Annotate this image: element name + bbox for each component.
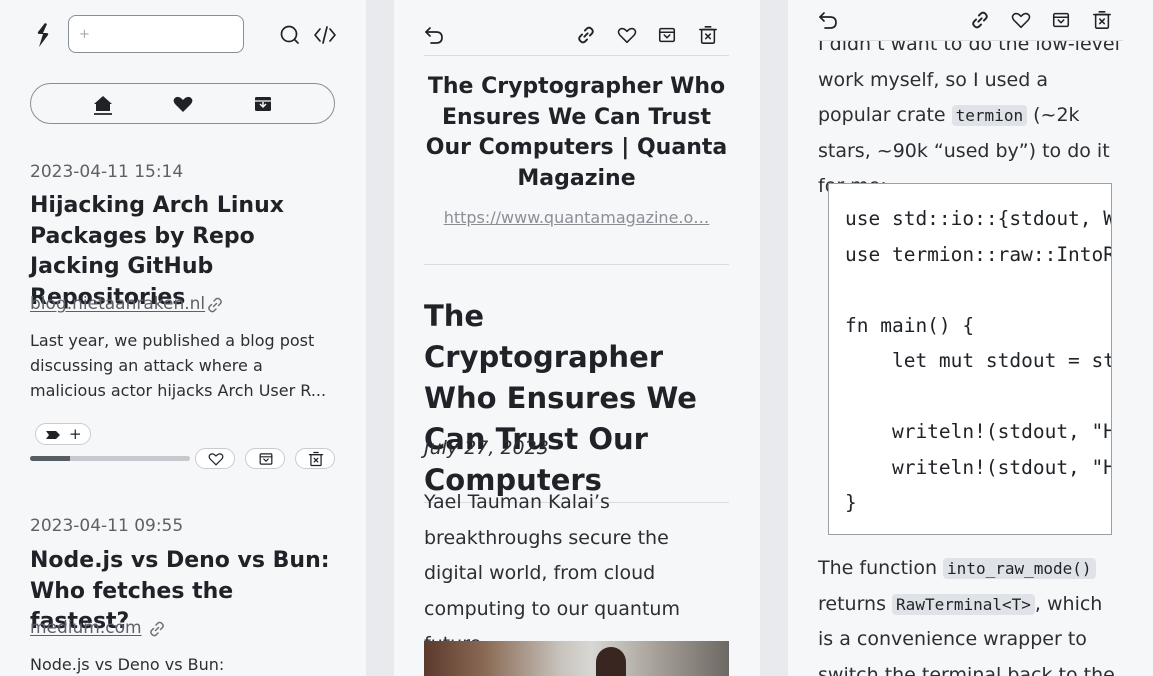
article-pub-date: July 27, 2023 xyxy=(424,437,549,459)
code-line: use std::io::{stdout, Write}; xyxy=(845,207,1111,230)
article-description: Node.js vs Deno vs Bun: xyxy=(30,655,225,674)
heart-outline-icon[interactable] xyxy=(1010,10,1032,30)
inline-code-type: RawTerminal<T> xyxy=(892,593,1035,615)
heart-icon[interactable] xyxy=(171,93,195,115)
external-link-icon[interactable] xyxy=(206,296,224,314)
article-lede: Yael Tauman Kalai’s breakthroughs secure… xyxy=(424,491,680,655)
reading-progress-bar xyxy=(30,456,190,461)
heart-outline-icon[interactable] xyxy=(616,25,638,45)
article-date: 2023-04-11 09:55 xyxy=(30,516,184,536)
paragraph-text: I didn’t want to do the low-level work m… xyxy=(818,27,1123,205)
code-block: use std::io::{stdout, Write}; use termio… xyxy=(828,183,1112,535)
archive-outline-icon[interactable] xyxy=(656,25,678,45)
code-line: } xyxy=(845,491,857,514)
back-icon[interactable] xyxy=(424,25,444,45)
inline-code-crate: termion xyxy=(951,105,1028,126)
app-logo-icon[interactable] xyxy=(34,22,52,48)
label-icon xyxy=(45,430,61,440)
code-line: let mut stdout = stdout().into_raw_mode(… xyxy=(891,349,1111,372)
code-line: writeln!(stdout, "Hey there.").unwrap(); xyxy=(891,455,1111,479)
article-list-panel: 2023-04-11 15:14 Hijacking Arch Linux Pa… xyxy=(0,0,366,676)
add-label-button[interactable]: + xyxy=(35,423,91,445)
back-icon[interactable] xyxy=(818,10,838,30)
image-figure xyxy=(596,647,626,676)
trash-icon[interactable] xyxy=(697,25,719,45)
add-label-plus: + xyxy=(69,425,82,443)
paragraph-text-part: The function xyxy=(818,557,937,579)
delete-button[interactable] xyxy=(295,448,335,469)
archive-icon[interactable] xyxy=(251,93,275,115)
archive-button[interactable] xyxy=(245,448,285,469)
archive-outline-icon xyxy=(259,453,273,465)
archive-outline-icon[interactable] xyxy=(1050,10,1072,30)
article-domain-link[interactable]: blog.nietaanraken.nl xyxy=(30,294,205,314)
trash-icon[interactable] xyxy=(1091,10,1113,30)
paragraph-text-part: returns xyxy=(818,592,886,615)
trash-icon xyxy=(308,451,324,467)
article-image xyxy=(424,641,729,676)
code-icon[interactable] xyxy=(313,24,337,46)
search-icon[interactable] xyxy=(279,24,301,46)
reader-panel: The Cryptographer Who Ensures We Can Tru… xyxy=(394,0,760,676)
article-date: 2023-04-11 15:14 xyxy=(30,162,184,182)
article-headline: The Cryptographer Who Ensures We Can Tru… xyxy=(424,296,729,503)
card-divider xyxy=(424,264,729,265)
article-url-link[interactable]: https://www.quantamagazine.o… xyxy=(424,208,729,227)
header-divider xyxy=(818,40,1123,41)
reader-panel-code: I didn’t want to do the low-level work m… xyxy=(788,0,1153,676)
view-switcher xyxy=(30,83,335,124)
favorite-button[interactable] xyxy=(195,448,235,469)
reading-progress-fill xyxy=(30,456,70,461)
heart-outline-icon xyxy=(208,453,224,466)
link-icon[interactable] xyxy=(576,25,596,45)
header-divider xyxy=(424,55,729,56)
search-input[interactable] xyxy=(68,15,244,53)
code-line: writeln!(stdout, "Hey there.").unwrap(); xyxy=(891,420,1111,443)
external-link-icon[interactable] xyxy=(148,620,166,638)
link-icon[interactable] xyxy=(970,10,990,30)
reader-header xyxy=(788,0,1153,41)
home-icon[interactable] xyxy=(91,93,115,115)
article-domain-link[interactable]: medium.com xyxy=(30,618,142,638)
card-title: The Cryptographer Who Ensures We Can Tru… xyxy=(425,74,728,191)
article-description: Last year, we published a blog post disc… xyxy=(30,331,327,400)
code-line: fn main() { xyxy=(845,313,975,337)
code-line: use termion::raw::IntoRawMode; xyxy=(845,242,1112,266)
paragraph-text: The function into_raw_mode() returns Raw… xyxy=(818,551,1123,676)
inline-code-function: into_raw_mode() xyxy=(943,558,1096,579)
